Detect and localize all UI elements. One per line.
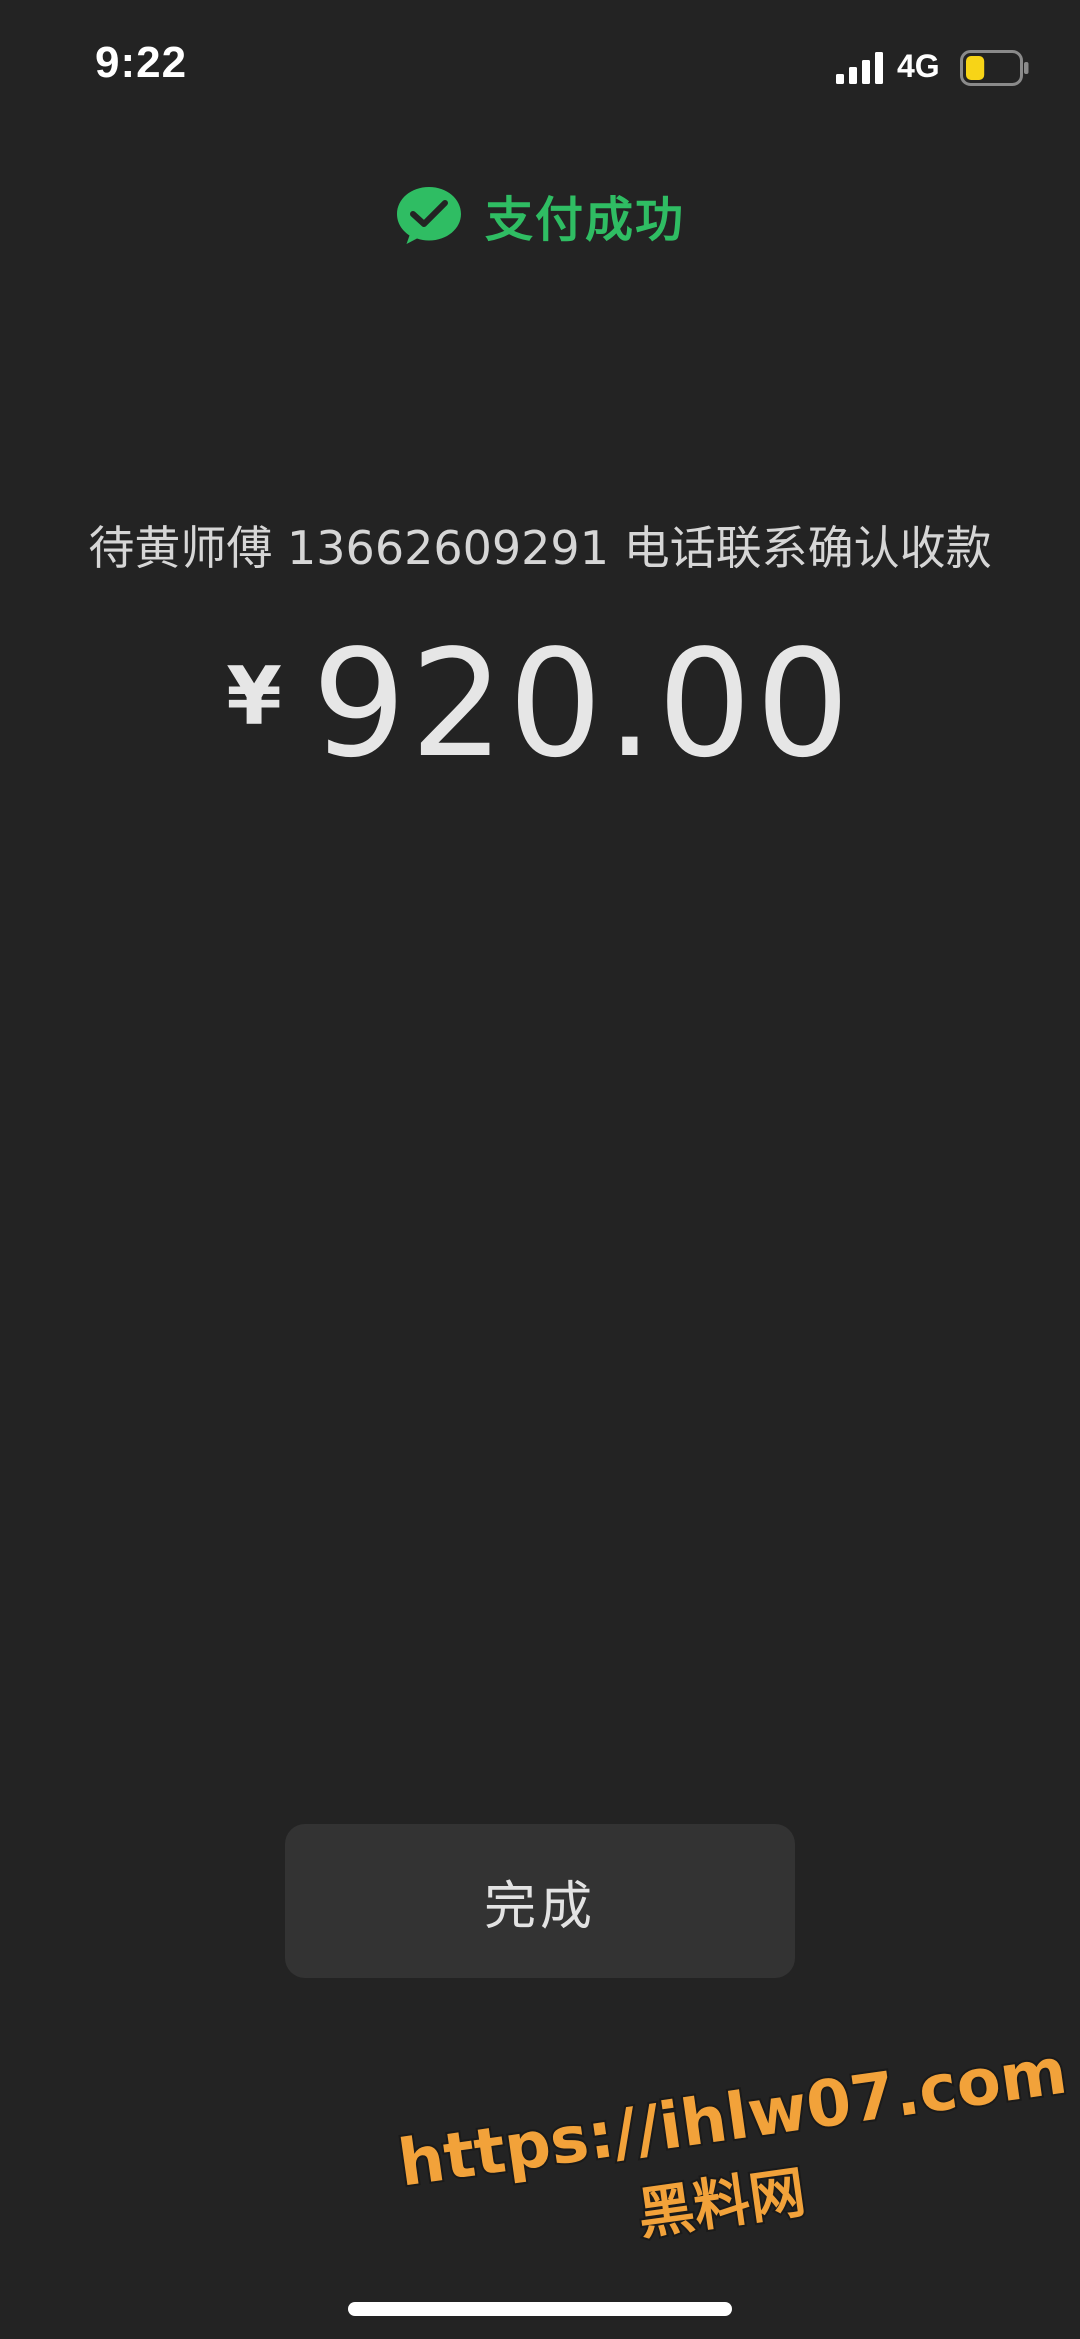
cellular-signal-icon [836,52,883,84]
home-indicator[interactable] [348,2302,732,2316]
payment-success-title: 支付成功 [484,192,685,248]
done-button[interactable]: 完成 [285,1824,795,1978]
status-time: 9:22 [95,38,188,87]
amount-display: ¥ 920.00 [0,630,1080,790]
currency-symbol: ¥ [226,650,282,743]
battery-icon [960,50,1029,86]
payee-description: 待黄师傅 13662609291 电话联系确认收款 [88,521,992,575]
network-type: 4G [897,48,940,84]
payment-amount: 920.00 [311,618,854,790]
watermark: https://ihlw07.com 黑料网 [380,2005,1078,2278]
wechat-pay-check-icon [396,187,461,244]
payment-success-header: 支付成功 [0,180,1080,250]
status-bar: 9:22 4G [0,0,1080,140]
